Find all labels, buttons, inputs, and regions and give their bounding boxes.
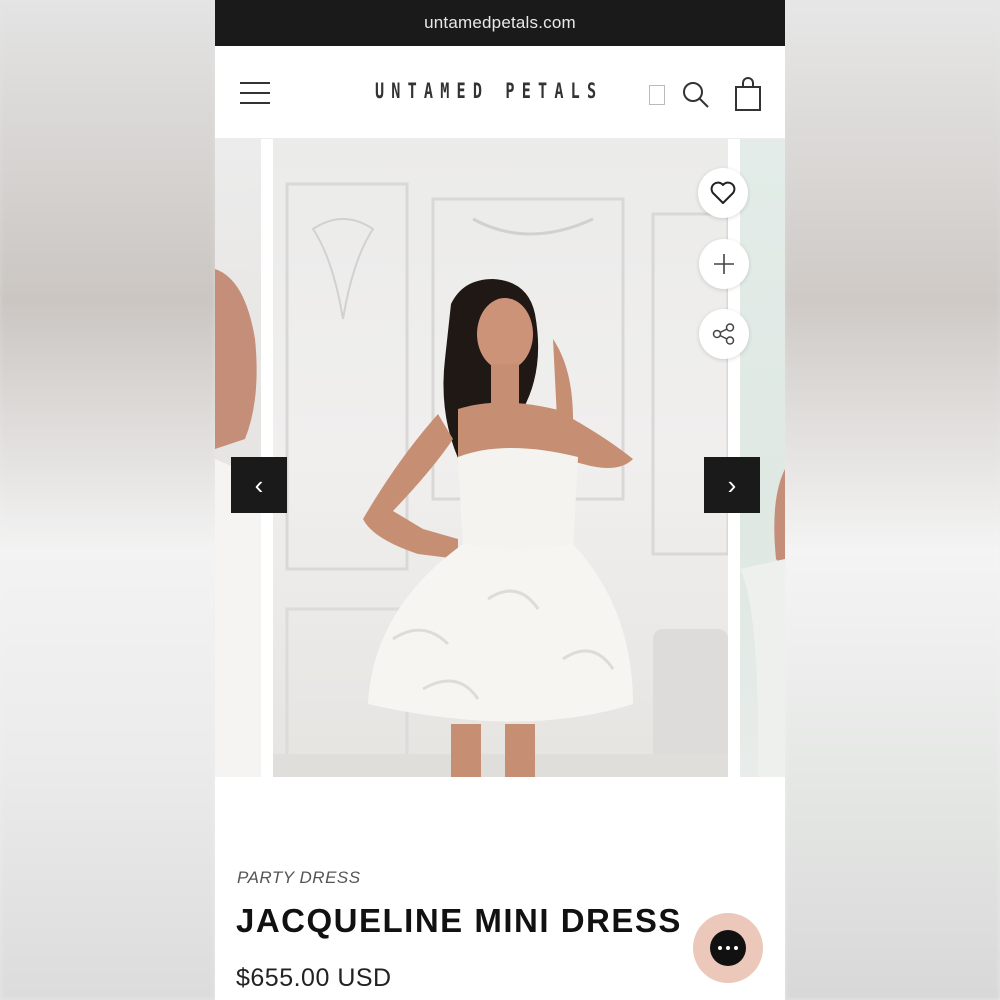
share-icon bbox=[712, 323, 735, 345]
heart-icon bbox=[710, 181, 736, 204]
site-header: UNTAMED PETALS bbox=[215, 46, 785, 139]
background-blur-right bbox=[785, 0, 1000, 1000]
gallery-prev-button[interactable]: ‹ bbox=[231, 457, 287, 513]
product-image-gallery[interactable]: ‹ › bbox=[215, 139, 785, 779]
main-product-image[interactable] bbox=[273, 139, 728, 777]
hamburger-menu-icon[interactable] bbox=[240, 82, 270, 104]
zoom-add-button[interactable] bbox=[699, 239, 749, 289]
product-title: JACQUELINE MINI DRESS bbox=[236, 902, 682, 939]
browser-url-bar[interactable]: untamedpetals.com bbox=[215, 0, 785, 46]
chat-button[interactable] bbox=[693, 913, 763, 983]
product-price: $655.00 USD bbox=[236, 964, 392, 992]
product-type: PARTY DRESS bbox=[237, 868, 361, 887]
url-text: untamedpetals.com bbox=[424, 13, 576, 32]
search-icon[interactable] bbox=[681, 80, 711, 110]
chevron-right-icon: › bbox=[727, 469, 737, 500]
gallery-next-button[interactable]: › bbox=[704, 457, 760, 513]
share-button[interactable] bbox=[699, 309, 749, 359]
plus-icon bbox=[714, 254, 734, 274]
phone-screen: untamedpetals.com UNTAMED PETALS ‹ › PAR… bbox=[215, 0, 785, 1000]
background-blur-left bbox=[0, 0, 215, 1000]
wishlist-button[interactable] bbox=[698, 168, 748, 218]
shopping-bag-icon[interactable] bbox=[733, 76, 763, 112]
chat-bubble-icon bbox=[710, 930, 746, 966]
chevron-left-icon: ‹ bbox=[254, 469, 264, 500]
brand-logo[interactable]: UNTAMED PETALS bbox=[375, 79, 596, 103]
placeholder-box-icon bbox=[649, 85, 665, 105]
